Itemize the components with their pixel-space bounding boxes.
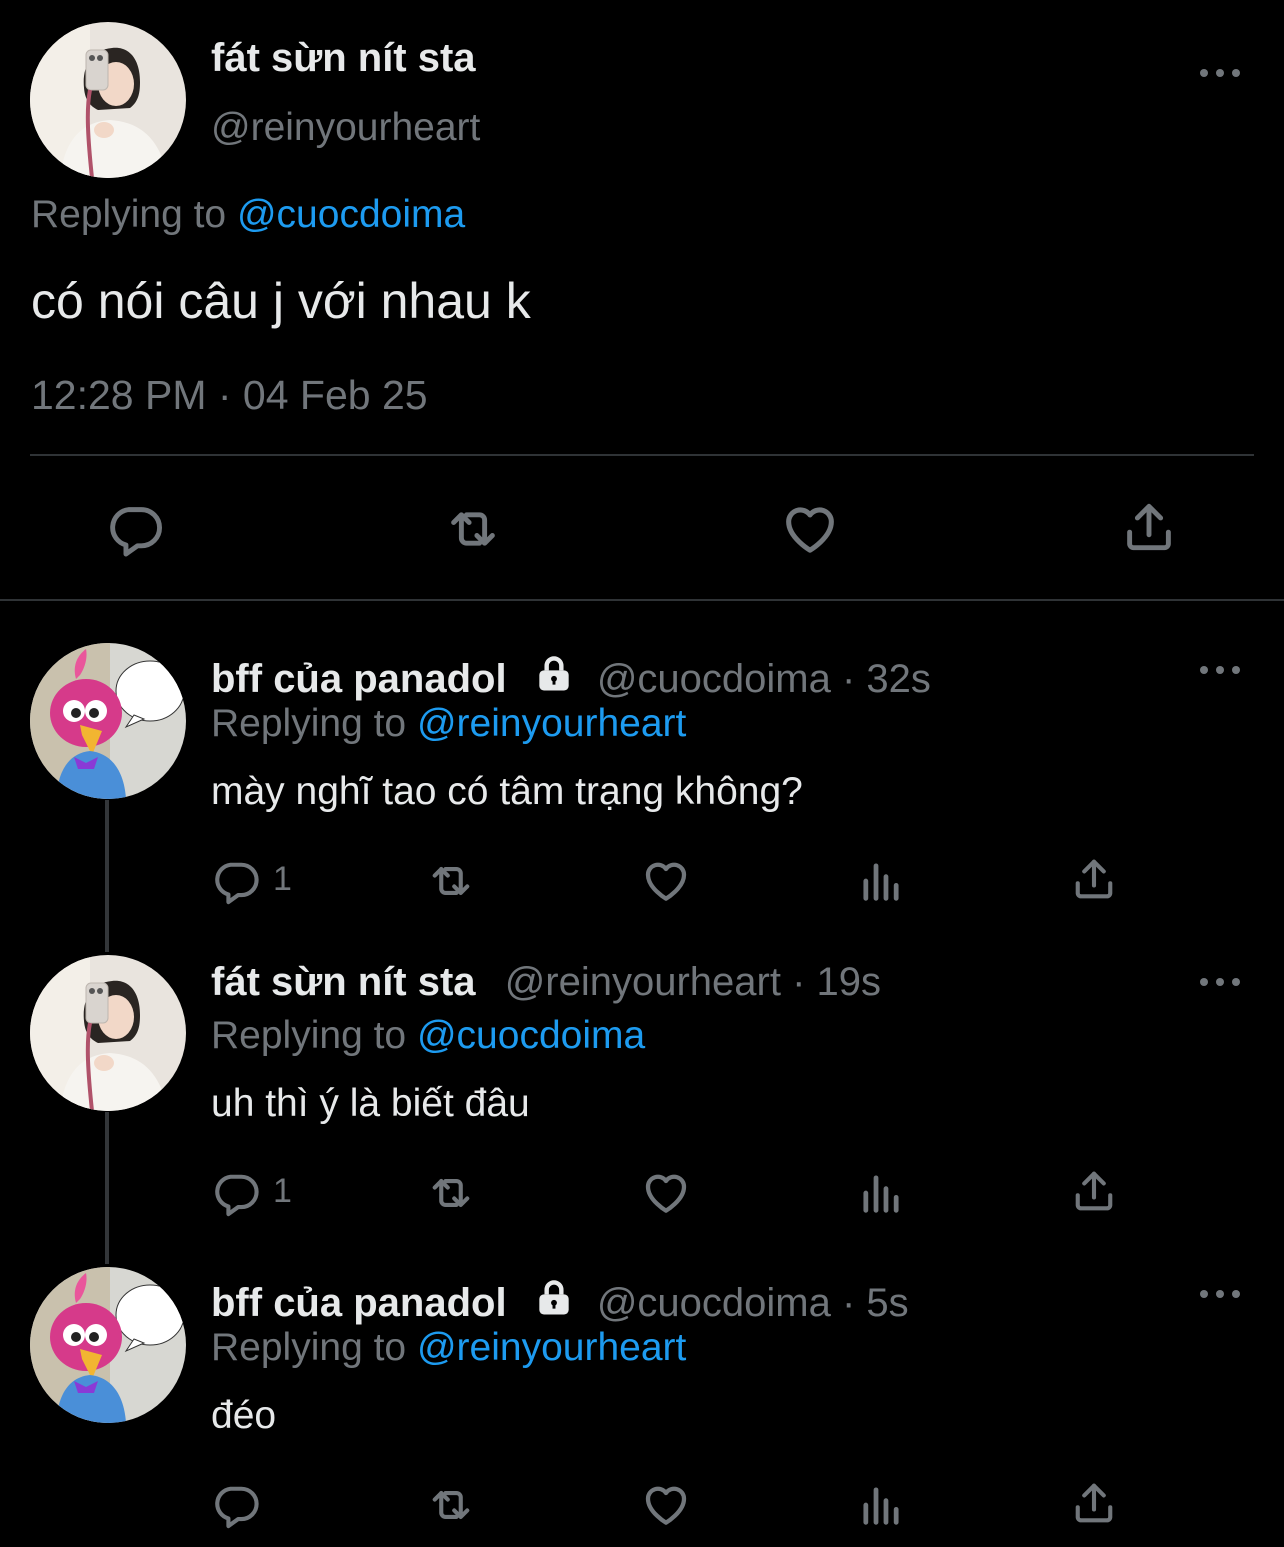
reply-icon[interactable]	[104, 498, 166, 560]
replying-to-line: Replying to @reinyourheart	[211, 702, 686, 746]
replying-prefix: Replying to	[211, 1326, 407, 1369]
retweet-icon[interactable]	[423, 1479, 479, 1531]
more-icon[interactable]	[1200, 665, 1240, 675]
reply-header: bff của panadol @cuocdoima · 32s	[211, 652, 931, 702]
avatar[interactable]	[30, 955, 186, 1111]
reply-icon[interactable]	[210, 855, 262, 907]
divider	[0, 599, 1284, 601]
share-icon[interactable]	[1068, 1165, 1120, 1217]
views-icon[interactable]	[855, 1479, 907, 1531]
timestamp: 12:28 PM · 04 Feb 25	[31, 372, 428, 418]
lock-icon	[532, 1276, 576, 1320]
thread-line	[105, 1112, 109, 1264]
retweet-icon[interactable]	[423, 855, 479, 907]
like-icon[interactable]	[639, 1477, 693, 1531]
replying-prefix: Replying to	[211, 1014, 407, 1057]
lock-icon	[532, 652, 576, 696]
replying-to-line: Replying to @cuocdoima	[211, 1014, 645, 1058]
like-icon[interactable]	[639, 1165, 693, 1219]
share-icon[interactable]	[1068, 853, 1120, 905]
replying-prefix: Replying to	[31, 193, 227, 236]
reply-icon[interactable]	[210, 1167, 262, 1219]
replying-prefix: Replying to	[211, 702, 407, 745]
reply-header: fát sừn nít sta @reinyourheart · 19s	[211, 960, 881, 1005]
replying-to-line: Replying to @cuocdoima	[31, 193, 465, 237]
tweet-text: đéo	[211, 1394, 277, 1437]
more-icon[interactable]	[1200, 68, 1240, 78]
retweet-icon[interactable]	[423, 1167, 479, 1219]
replying-to-link[interactable]: @cuocdoima	[237, 193, 465, 236]
display-name[interactable]: fát sừn nít sta	[211, 960, 476, 1004]
reply-count: 1	[273, 860, 292, 898]
tweet-text: uh thì ý là biết đâu	[211, 1082, 530, 1125]
handle-time[interactable]: @cuocdoima · 5s	[597, 1281, 909, 1325]
tweet-text: có nói câu j với nhau k	[31, 273, 531, 329]
like-icon[interactable]	[778, 496, 842, 560]
more-icon[interactable]	[1200, 977, 1240, 987]
thread-line	[105, 800, 109, 952]
share-icon[interactable]	[1068, 1477, 1120, 1529]
display-name[interactable]: bff của panadol	[211, 657, 507, 701]
reply-header: bff của panadol @cuocdoima · 5s	[211, 1276, 909, 1326]
replying-to-link[interactable]: @reinyourheart	[417, 1326, 686, 1369]
more-icon[interactable]	[1200, 1289, 1240, 1299]
like-icon[interactable]	[639, 853, 693, 907]
handle-time[interactable]: @cuocdoima · 32s	[597, 657, 931, 701]
avatar[interactable]	[30, 22, 186, 178]
avatar[interactable]	[30, 1267, 186, 1423]
divider	[30, 454, 1254, 456]
handle[interactable]: @reinyourheart	[211, 106, 480, 150]
tweet-text: mày nghĩ tao có tâm trạng không?	[211, 770, 803, 813]
replying-to-link[interactable]: @cuocdoima	[417, 1014, 645, 1057]
reply-count: 1	[273, 1172, 292, 1210]
replying-to-link[interactable]: @reinyourheart	[417, 702, 686, 745]
retweet-icon[interactable]	[440, 498, 506, 560]
avatar[interactable]	[30, 643, 186, 799]
display-name[interactable]: bff của panadol	[211, 1281, 507, 1325]
replying-to-line: Replying to @reinyourheart	[211, 1326, 686, 1370]
views-icon[interactable]	[855, 855, 907, 907]
share-icon[interactable]	[1118, 496, 1180, 558]
display-name[interactable]: fát sừn nít sta	[211, 36, 476, 81]
reply-icon[interactable]	[210, 1479, 262, 1531]
views-icon[interactable]	[855, 1167, 907, 1219]
handle-time[interactable]: @reinyourheart · 19s	[505, 960, 881, 1004]
